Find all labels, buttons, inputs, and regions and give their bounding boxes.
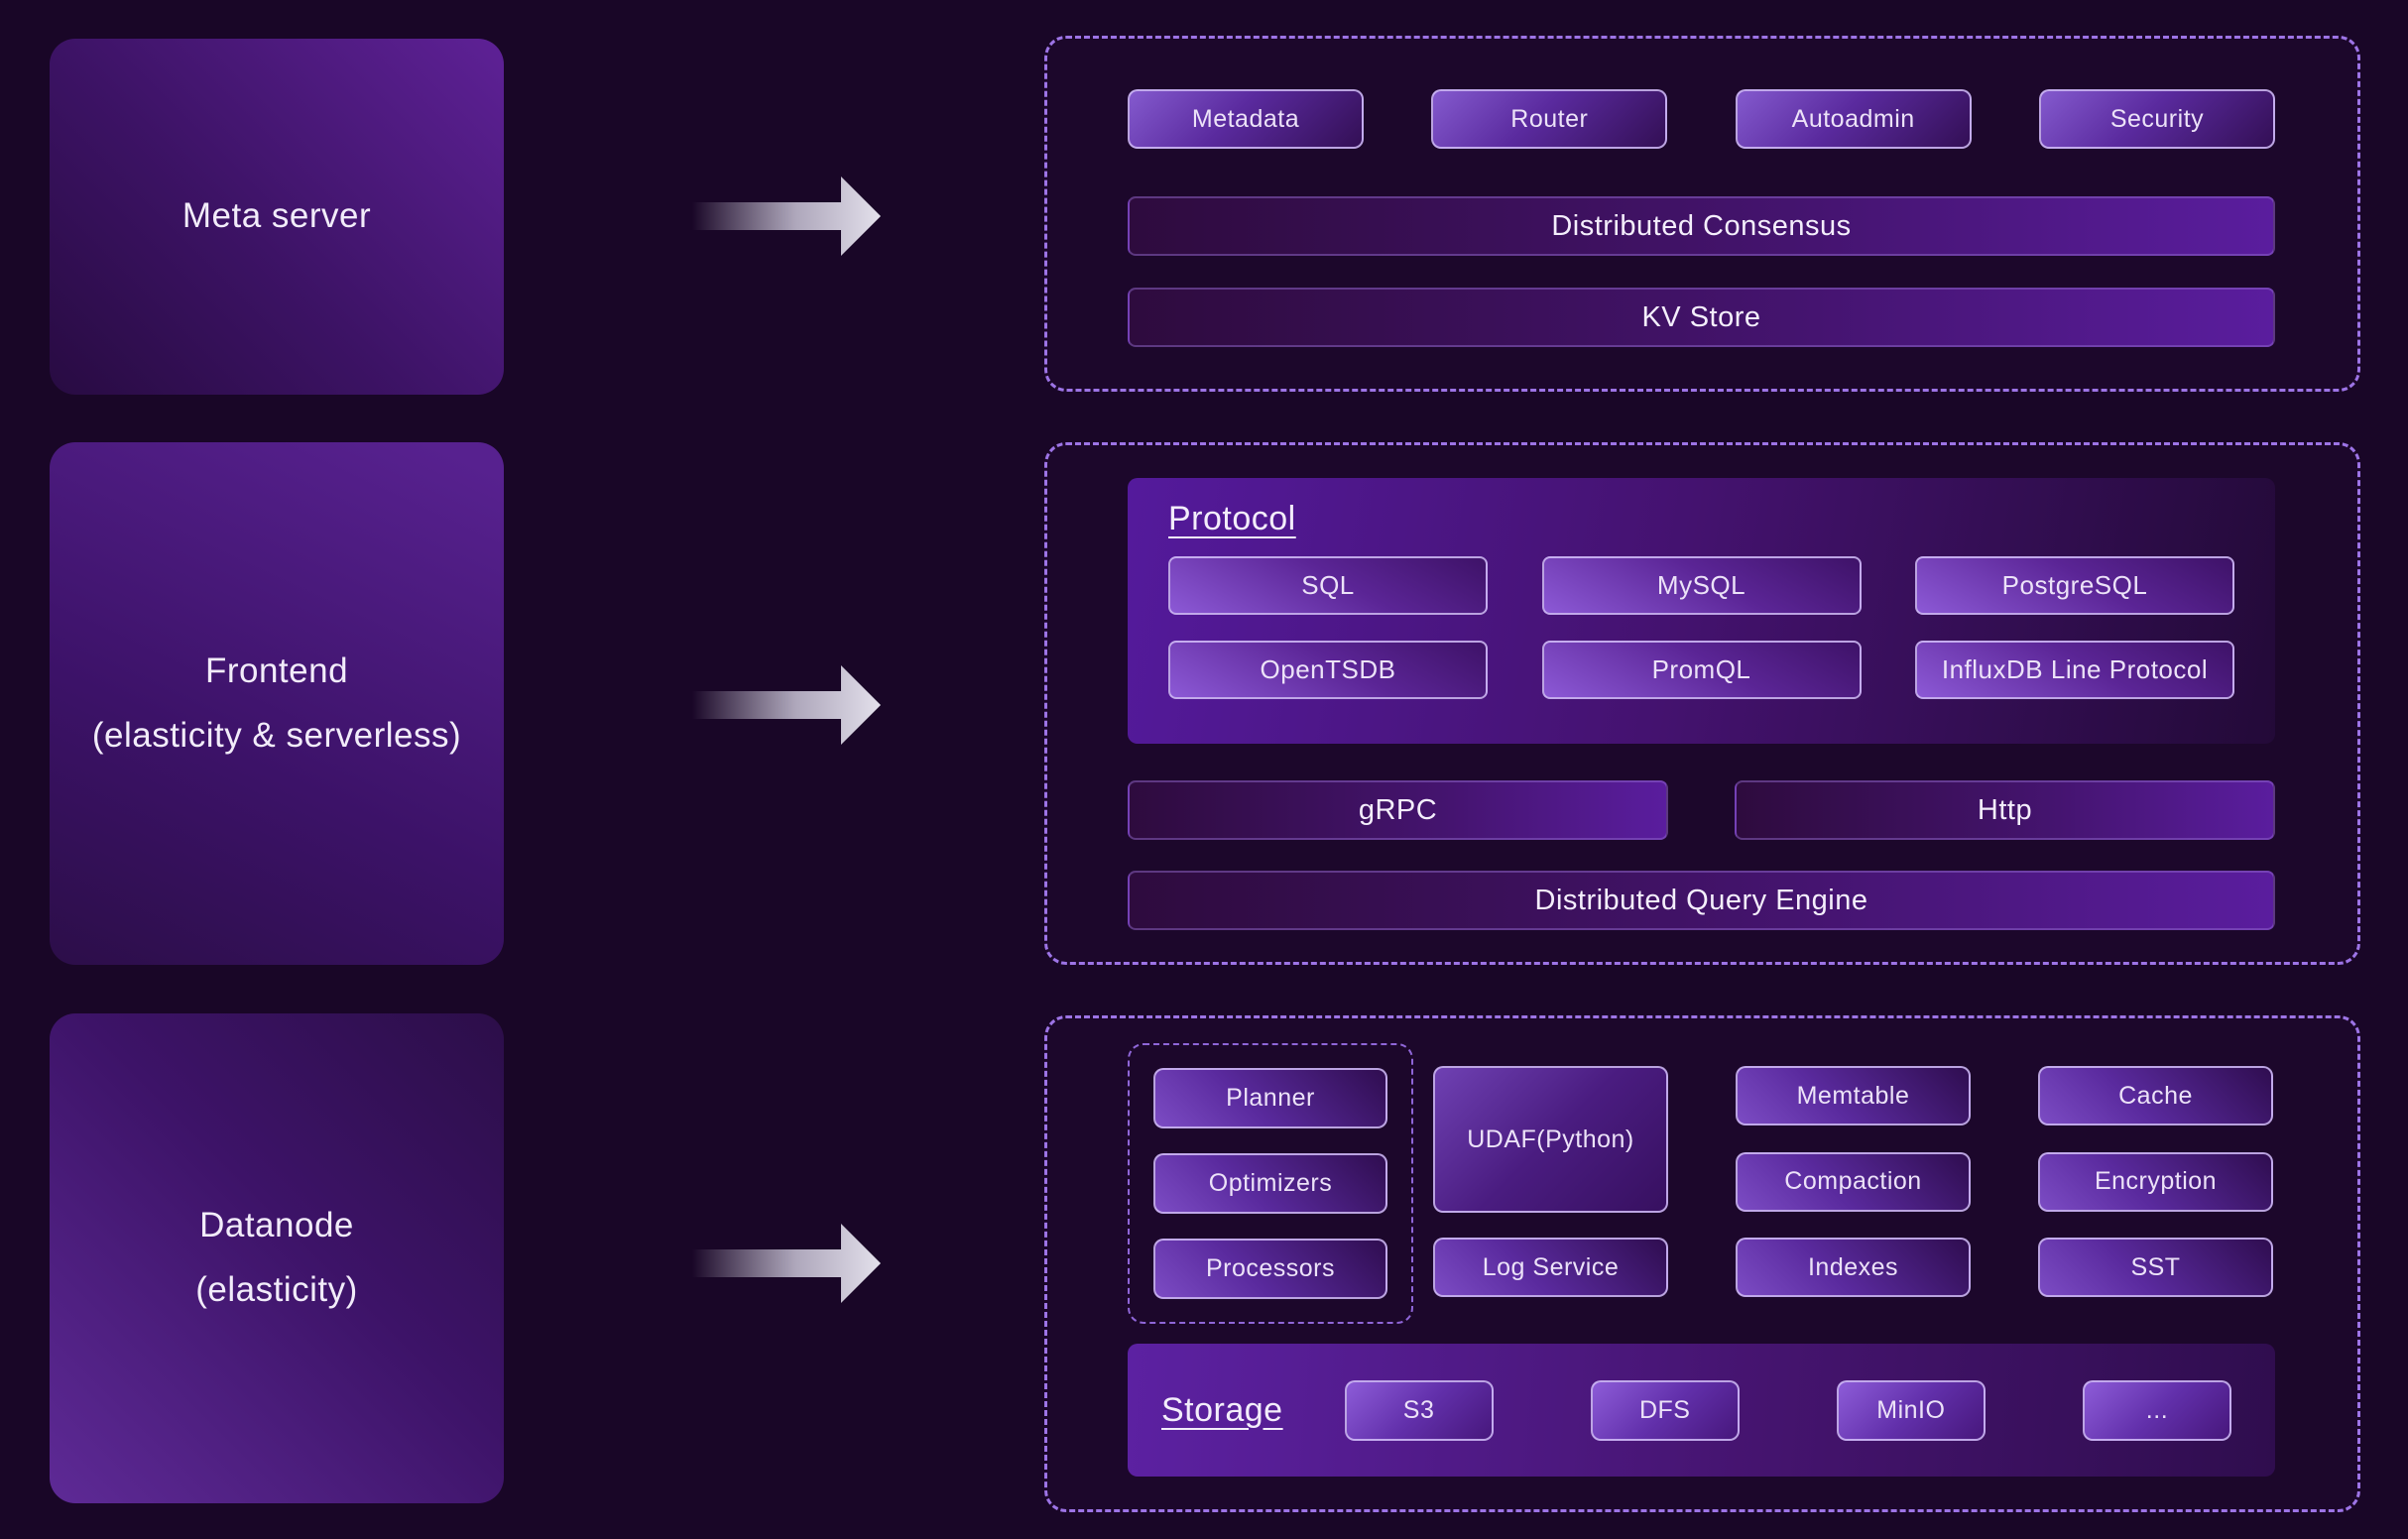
storage-dfs: DFS	[1591, 1380, 1740, 1441]
udaf-column: UDAF(Python) Log Service	[1433, 1043, 1668, 1324]
cache-column: Cache Encryption SST	[2038, 1043, 2273, 1324]
meta-modules-row: Metadata Router Autoadmin Security	[1128, 89, 2275, 149]
distributed-query-engine-label: Distributed Query Engine	[1535, 885, 1868, 917]
meta-server-box: Meta server	[50, 39, 504, 395]
planner-label: Planner	[1226, 1084, 1315, 1113]
compaction-label: Compaction	[1784, 1167, 1921, 1196]
arrow-icon-datanode	[692, 1219, 881, 1308]
protocol-mysql: MySQL	[1542, 556, 1862, 615]
sst-box: SST	[2038, 1238, 2273, 1297]
grpc-label: gRPC	[1359, 794, 1437, 827]
architecture-diagram: Meta server Frontend (elasticity & serve…	[0, 0, 2408, 1539]
protocol-row-2: OpenTSDB PromQL InfluxDB Line Protocol	[1168, 641, 2234, 699]
storage-heading-wrap: Storage	[1161, 1391, 1283, 1430]
udaf-box: UDAF(Python)	[1433, 1066, 1668, 1213]
indexes-label: Indexes	[1808, 1253, 1898, 1282]
cache-label: Cache	[2118, 1082, 2193, 1111]
protocol-postgresql: PostgreSQL	[1915, 556, 2234, 615]
distributed-query-engine-bar: Distributed Query Engine	[1128, 871, 2275, 930]
http-label: Http	[1978, 794, 2032, 827]
protocol-row-1: SQL MySQL PostgreSQL	[1168, 556, 2234, 615]
transport-row: gRPC Http	[1128, 780, 2275, 840]
storage-backends-row: S3 DFS MinIO ...	[1345, 1380, 2231, 1441]
memtable-box: Memtable	[1736, 1066, 1971, 1125]
module-router-label: Router	[1510, 105, 1588, 134]
module-autoadmin: Autoadmin	[1736, 89, 1972, 149]
protocol-panel: Protocol SQL MySQL PostgreSQL OpenTSDB P…	[1128, 478, 2275, 744]
storage-heading: Storage	[1161, 1391, 1283, 1430]
protocol-opentsdb: OpenTSDB	[1168, 641, 1488, 699]
protocol-influxdb-line-label: InfluxDB Line Protocol	[1942, 654, 2208, 685]
frontend-box: Frontend (elasticity & serverless)	[50, 442, 504, 965]
encryption-label: Encryption	[2095, 1167, 2217, 1196]
meta-server-section: Metadata Router Autoadmin Security Distr…	[1044, 36, 2360, 392]
storage-panel: Storage S3 DFS MinIO ...	[1128, 1344, 2275, 1477]
log-service-box: Log Service	[1433, 1238, 1668, 1297]
protocol-sql-label: SQL	[1301, 570, 1355, 601]
frontend-label-line2: (elasticity & serverless)	[92, 704, 461, 769]
protocol-promql: PromQL	[1542, 641, 1862, 699]
storage-minio-label: MinIO	[1876, 1396, 1945, 1425]
encryption-box: Encryption	[2038, 1152, 2273, 1212]
module-autoadmin-label: Autoadmin	[1792, 105, 1915, 134]
frontend-label-line1: Frontend	[205, 640, 348, 704]
optimizers-label: Optimizers	[1209, 1169, 1332, 1198]
compaction-box: Compaction	[1736, 1152, 1971, 1212]
processors-box: Processors	[1153, 1239, 1387, 1299]
planner-box: Planner	[1153, 1068, 1387, 1128]
storage-ellipsis: ...	[2083, 1380, 2231, 1441]
http-bar: Http	[1735, 780, 2275, 840]
protocol-mysql-label: MySQL	[1657, 570, 1746, 601]
module-router: Router	[1431, 89, 1667, 149]
processors-label: Processors	[1206, 1254, 1335, 1283]
indexes-box: Indexes	[1736, 1238, 1971, 1297]
storage-dfs-label: DFS	[1639, 1396, 1691, 1425]
log-service-label: Log Service	[1483, 1253, 1620, 1282]
storage-ellipsis-label: ...	[2146, 1396, 2168, 1425]
frontend-section: Protocol SQL MySQL PostgreSQL OpenTSDB P…	[1044, 442, 2360, 965]
grpc-bar: gRPC	[1128, 780, 1668, 840]
kv-store-bar: KV Store	[1128, 288, 2275, 347]
datanode-section: Planner Optimizers Processors UDAF(Pytho…	[1044, 1015, 2360, 1512]
udaf-label: UDAF(Python)	[1467, 1125, 1634, 1154]
protocol-heading: Protocol	[1168, 500, 1296, 538]
module-metadata: Metadata	[1128, 89, 1364, 149]
protocol-opentsdb-label: OpenTSDB	[1261, 654, 1396, 685]
kv-store-label: KV Store	[1641, 301, 1760, 334]
protocol-influxdb-line: InfluxDB Line Protocol	[1915, 641, 2234, 699]
datanode-label-line2: (elasticity)	[195, 1258, 358, 1323]
memtable-column: Memtable Compaction Indexes	[1736, 1043, 1971, 1324]
storage-s3: S3	[1345, 1380, 1494, 1441]
datanode-label-line1: Datanode	[199, 1194, 354, 1258]
module-metadata-label: Metadata	[1192, 105, 1299, 134]
memtable-label: Memtable	[1797, 1082, 1910, 1111]
meta-server-label: Meta server	[182, 184, 371, 249]
distributed-consensus-label: Distributed Consensus	[1551, 210, 1851, 243]
distributed-consensus-bar: Distributed Consensus	[1128, 196, 2275, 256]
query-group-box: Planner Optimizers Processors	[1128, 1043, 1413, 1324]
arrow-icon-frontend	[692, 660, 881, 750]
optimizers-box: Optimizers	[1153, 1153, 1387, 1214]
cache-box: Cache	[2038, 1066, 2273, 1125]
protocol-postgresql-label: PostgreSQL	[2002, 570, 2148, 601]
module-security-label: Security	[2110, 105, 2204, 134]
storage-minio: MinIO	[1837, 1380, 1986, 1441]
datanode-box: Datanode (elasticity)	[50, 1013, 504, 1503]
sst-label: SST	[2130, 1253, 2180, 1282]
protocol-sql: SQL	[1168, 556, 1488, 615]
module-security: Security	[2039, 89, 2275, 149]
arrow-icon-meta	[692, 172, 881, 261]
storage-s3-label: S3	[1403, 1396, 1435, 1425]
datanode-grid: Planner Optimizers Processors UDAF(Pytho…	[1128, 1043, 2275, 1324]
protocol-promql-label: PromQL	[1652, 654, 1751, 685]
